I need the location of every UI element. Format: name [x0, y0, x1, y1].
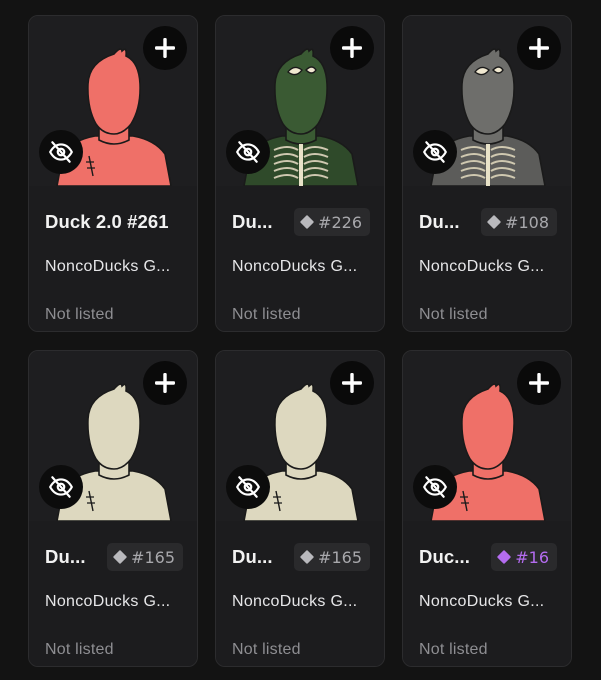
collection-name[interactable]: NoncoDucks G... [45, 258, 187, 276]
nft-image[interactable] [29, 351, 197, 521]
add-button[interactable] [143, 26, 187, 70]
add-button[interactable] [330, 361, 374, 405]
nft-card-3[interactable]: Du... #108 NoncoDucks G... Not listed [402, 15, 572, 332]
hide-button[interactable] [226, 465, 270, 509]
nft-title: Du... [232, 546, 273, 567]
rank-number: #108 [505, 212, 549, 232]
card-info: Du... #165 NoncoDucks G... Not listed [29, 521, 197, 666]
listing-status: Not listed [45, 306, 114, 323]
nft-title: Duc... [419, 546, 470, 567]
rank-number: #226 [318, 212, 362, 232]
collection-name[interactable]: NoncoDucks G... [419, 258, 561, 276]
rank-number: #165 [131, 547, 175, 567]
title-row: Du... #165 [45, 541, 183, 573]
rank-number: #165 [318, 547, 362, 567]
plus-icon [342, 373, 362, 393]
hide-button[interactable] [413, 130, 457, 174]
nft-image[interactable] [29, 16, 197, 186]
add-button[interactable] [143, 361, 187, 405]
card-info: Du... #165 NoncoDucks G... Not listed [216, 521, 384, 666]
nft-card-1[interactable]: Duck 2.0 #261 NoncoDucks G... Not listed [28, 15, 198, 332]
collection-name[interactable]: NoncoDucks G... [232, 593, 374, 611]
nft-title: Duck 2.0 #261 [45, 211, 169, 232]
rank-badge: #165 [107, 543, 183, 571]
hide-button[interactable] [413, 465, 457, 509]
collection-name[interactable]: NoncoDucks G... [419, 593, 561, 611]
collection-name[interactable]: NoncoDucks G... [232, 258, 374, 276]
rank-badge: #165 [294, 543, 370, 571]
nft-image[interactable] [216, 16, 384, 186]
nft-card-6[interactable]: Duc... #16 NoncoDucks G... Not listed [402, 350, 572, 667]
nft-image[interactable] [216, 351, 384, 521]
nft-card-2[interactable]: Du... #226 NoncoDucks G... Not listed [215, 15, 385, 332]
nft-title: Du... [232, 211, 273, 232]
card-info: Duc... #16 NoncoDucks G... Not listed [403, 521, 571, 666]
add-button[interactable] [517, 26, 561, 70]
plus-icon [529, 373, 549, 393]
listing-status: Not listed [45, 641, 114, 658]
title-row: Du... #226 [232, 206, 370, 238]
listing-status: Not listed [232, 306, 301, 323]
add-button[interactable] [330, 26, 374, 70]
card-info: Duck 2.0 #261 NoncoDucks G... Not listed [29, 186, 197, 331]
plus-icon [529, 38, 549, 58]
eye-off-icon [49, 141, 73, 163]
diamond-icon [486, 214, 502, 230]
rank-number: #16 [515, 547, 549, 567]
card-info: Du... #108 NoncoDucks G... Not listed [403, 186, 571, 331]
diamond-icon [299, 214, 315, 230]
listing-status: Not listed [419, 306, 488, 323]
add-button[interactable] [517, 361, 561, 405]
title-row: Du... #165 [232, 541, 370, 573]
collection-name[interactable]: NoncoDucks G... [45, 593, 187, 611]
nft-card-4[interactable]: Du... #165 NoncoDucks G... Not listed [28, 350, 198, 667]
diamond-icon [299, 549, 315, 565]
plus-icon [155, 38, 175, 58]
nft-card-5[interactable]: Du... #165 NoncoDucks G... Not listed [215, 350, 385, 667]
title-row: Duck 2.0 #261 [45, 206, 183, 238]
eye-off-icon [423, 476, 447, 498]
nft-image[interactable] [403, 351, 571, 521]
eye-off-icon [423, 141, 447, 163]
listing-status: Not listed [419, 641, 488, 658]
nft-title: Du... [45, 546, 86, 567]
rank-badge: #108 [481, 208, 557, 236]
plus-icon [155, 373, 175, 393]
nft-title: Du... [419, 211, 460, 232]
card-info: Du... #226 NoncoDucks G... Not listed [216, 186, 384, 331]
diamond-icon [497, 549, 512, 565]
hide-button[interactable] [39, 465, 83, 509]
eye-off-icon [49, 476, 73, 498]
eye-off-icon [236, 141, 260, 163]
eye-off-icon [236, 476, 260, 498]
nft-image[interactable] [403, 16, 571, 186]
title-row: Duc... #16 [419, 541, 557, 573]
rank-badge: #16 [491, 543, 557, 571]
title-row: Du... #108 [419, 206, 557, 238]
hide-button[interactable] [226, 130, 270, 174]
plus-icon [342, 38, 362, 58]
rank-badge: #226 [294, 208, 370, 236]
diamond-icon [112, 549, 128, 565]
listing-status: Not listed [232, 641, 301, 658]
hide-button[interactable] [39, 130, 83, 174]
